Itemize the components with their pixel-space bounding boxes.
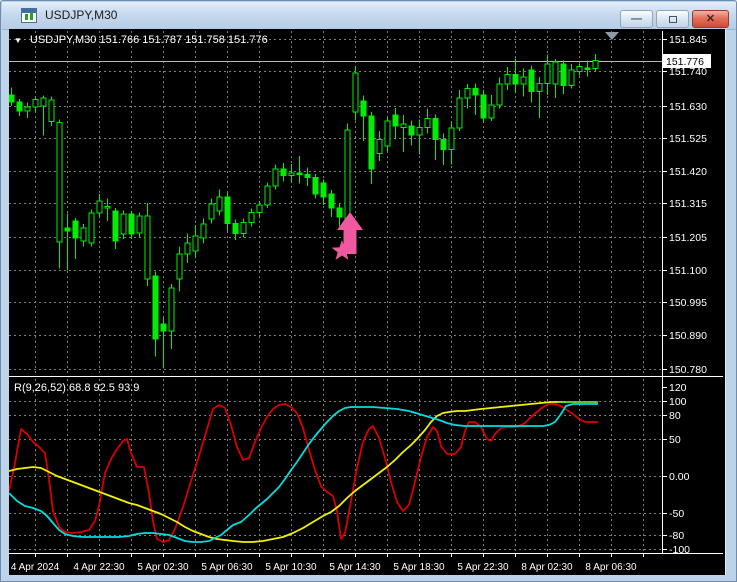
candles	[8, 54, 599, 369]
restore-icon	[668, 15, 677, 23]
svg-text:100: 100	[669, 396, 687, 408]
svg-text:150.995: 150.995	[669, 297, 707, 309]
svg-text:5 Apr 14:30: 5 Apr 14:30	[329, 562, 381, 573]
oscillator-line-cyan	[8, 403, 598, 543]
chevron-down-icon[interactable]: ▼	[14, 36, 22, 45]
oscillator-axis-labels: 120 100 80 50 0.00 -50 -80 -100	[662, 382, 690, 556]
svg-text:151.420: 151.420	[669, 166, 707, 178]
oscillator-label: R(9,26,52) 68.8 92.5 93.9	[14, 382, 140, 394]
svg-text:5 Apr 18:30: 5 Apr 18:30	[393, 562, 445, 573]
svg-text:4 Apr 2024: 4 Apr 2024	[11, 562, 60, 573]
svg-text:-100: -100	[669, 544, 690, 556]
svg-text:5 Apr 22:30: 5 Apr 22:30	[457, 562, 509, 573]
svg-text:80: 80	[669, 410, 681, 422]
chart-header-ohlc: USDJPY,M30 151.766 151.787 151.758 151.7…	[29, 34, 268, 46]
svg-text:151.100: 151.100	[669, 265, 707, 277]
restore-button[interactable]	[656, 10, 689, 28]
svg-text:120: 120	[669, 382, 687, 394]
svg-text:8 Apr 02:30: 8 Apr 02:30	[521, 562, 573, 573]
chart-header: ▼ USDJPY,M30 151.766 151.787 151.758 151…	[14, 34, 268, 46]
svg-text:8 Apr 06:30: 8 Apr 06:30	[585, 562, 637, 573]
oscillator-line-red	[8, 403, 598, 543]
window-title: USDJPY,M30	[45, 8, 118, 22]
grid-lines	[9, 31, 662, 552]
chart-canvas[interactable]: 151.845151.740151.630151.525151.420151.3…	[8, 29, 725, 575]
svg-text:-50: -50	[669, 508, 684, 520]
svg-text:4 Apr 22:30: 4 Apr 22:30	[73, 562, 125, 573]
svg-text:151.630: 151.630	[669, 101, 707, 113]
price-axis-labels: 151.845151.740151.630151.525151.420151.3…	[662, 34, 711, 376]
svg-text:50: 50	[669, 434, 681, 446]
svg-text:-80: -80	[669, 530, 684, 542]
minimize-button[interactable]: —	[620, 10, 653, 28]
svg-text:150.780: 150.780	[669, 364, 707, 376]
chart-client-area[interactable]: 151.845 151.740 151.630 151.525 151.420 151.3…	[8, 29, 725, 575]
svg-text:5 Apr 06:30: 5 Apr 06:30	[201, 562, 253, 573]
oscillator-lines	[8, 401, 598, 543]
svg-text:5 Apr 10:30: 5 Apr 10:30	[265, 562, 317, 573]
svg-text:150.890: 150.890	[669, 330, 707, 342]
title-bar[interactable]: USDJPY,M30 — ✕	[2, 2, 736, 30]
svg-text:151.525: 151.525	[669, 133, 707, 145]
chart-shift-marker	[605, 32, 619, 40]
svg-text:151.845: 151.845	[669, 34, 707, 46]
svg-text:5 Apr 02:30: 5 Apr 02:30	[137, 562, 189, 573]
chart-window: USDJPY,M30 — ✕ 151.845 151.740 151.630 151.…	[0, 0, 737, 582]
svg-text:151.776: 151.776	[666, 56, 704, 68]
chart-window-icon	[21, 8, 37, 23]
svg-text:0.00: 0.00	[669, 471, 690, 483]
svg-text:151.205: 151.205	[669, 232, 707, 244]
oscillator-line-yellow	[8, 401, 566, 543]
time-axis: 4 Apr 2024 4 Apr 22:30 5 Apr 02:30 5 Apr 06…	[11, 553, 644, 573]
window-inner-border	[725, 29, 726, 575]
close-button[interactable]: ✕	[692, 10, 729, 28]
svg-text:151.315: 151.315	[669, 198, 707, 210]
buy-signal-marker	[331, 212, 363, 260]
